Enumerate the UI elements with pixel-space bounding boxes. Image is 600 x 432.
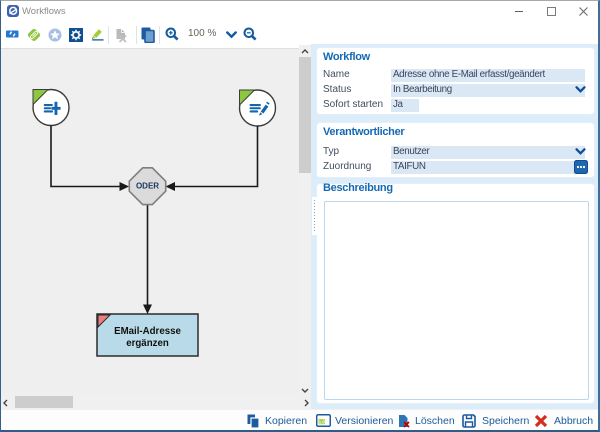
svg-text:ergänzen: ergänzen — [126, 338, 169, 349]
svg-text:ODER: ODER — [136, 182, 159, 191]
svg-text:EMail-Adresse: EMail-Adresse — [114, 326, 181, 337]
svg-text:1.0: 1.0 — [319, 419, 325, 424]
